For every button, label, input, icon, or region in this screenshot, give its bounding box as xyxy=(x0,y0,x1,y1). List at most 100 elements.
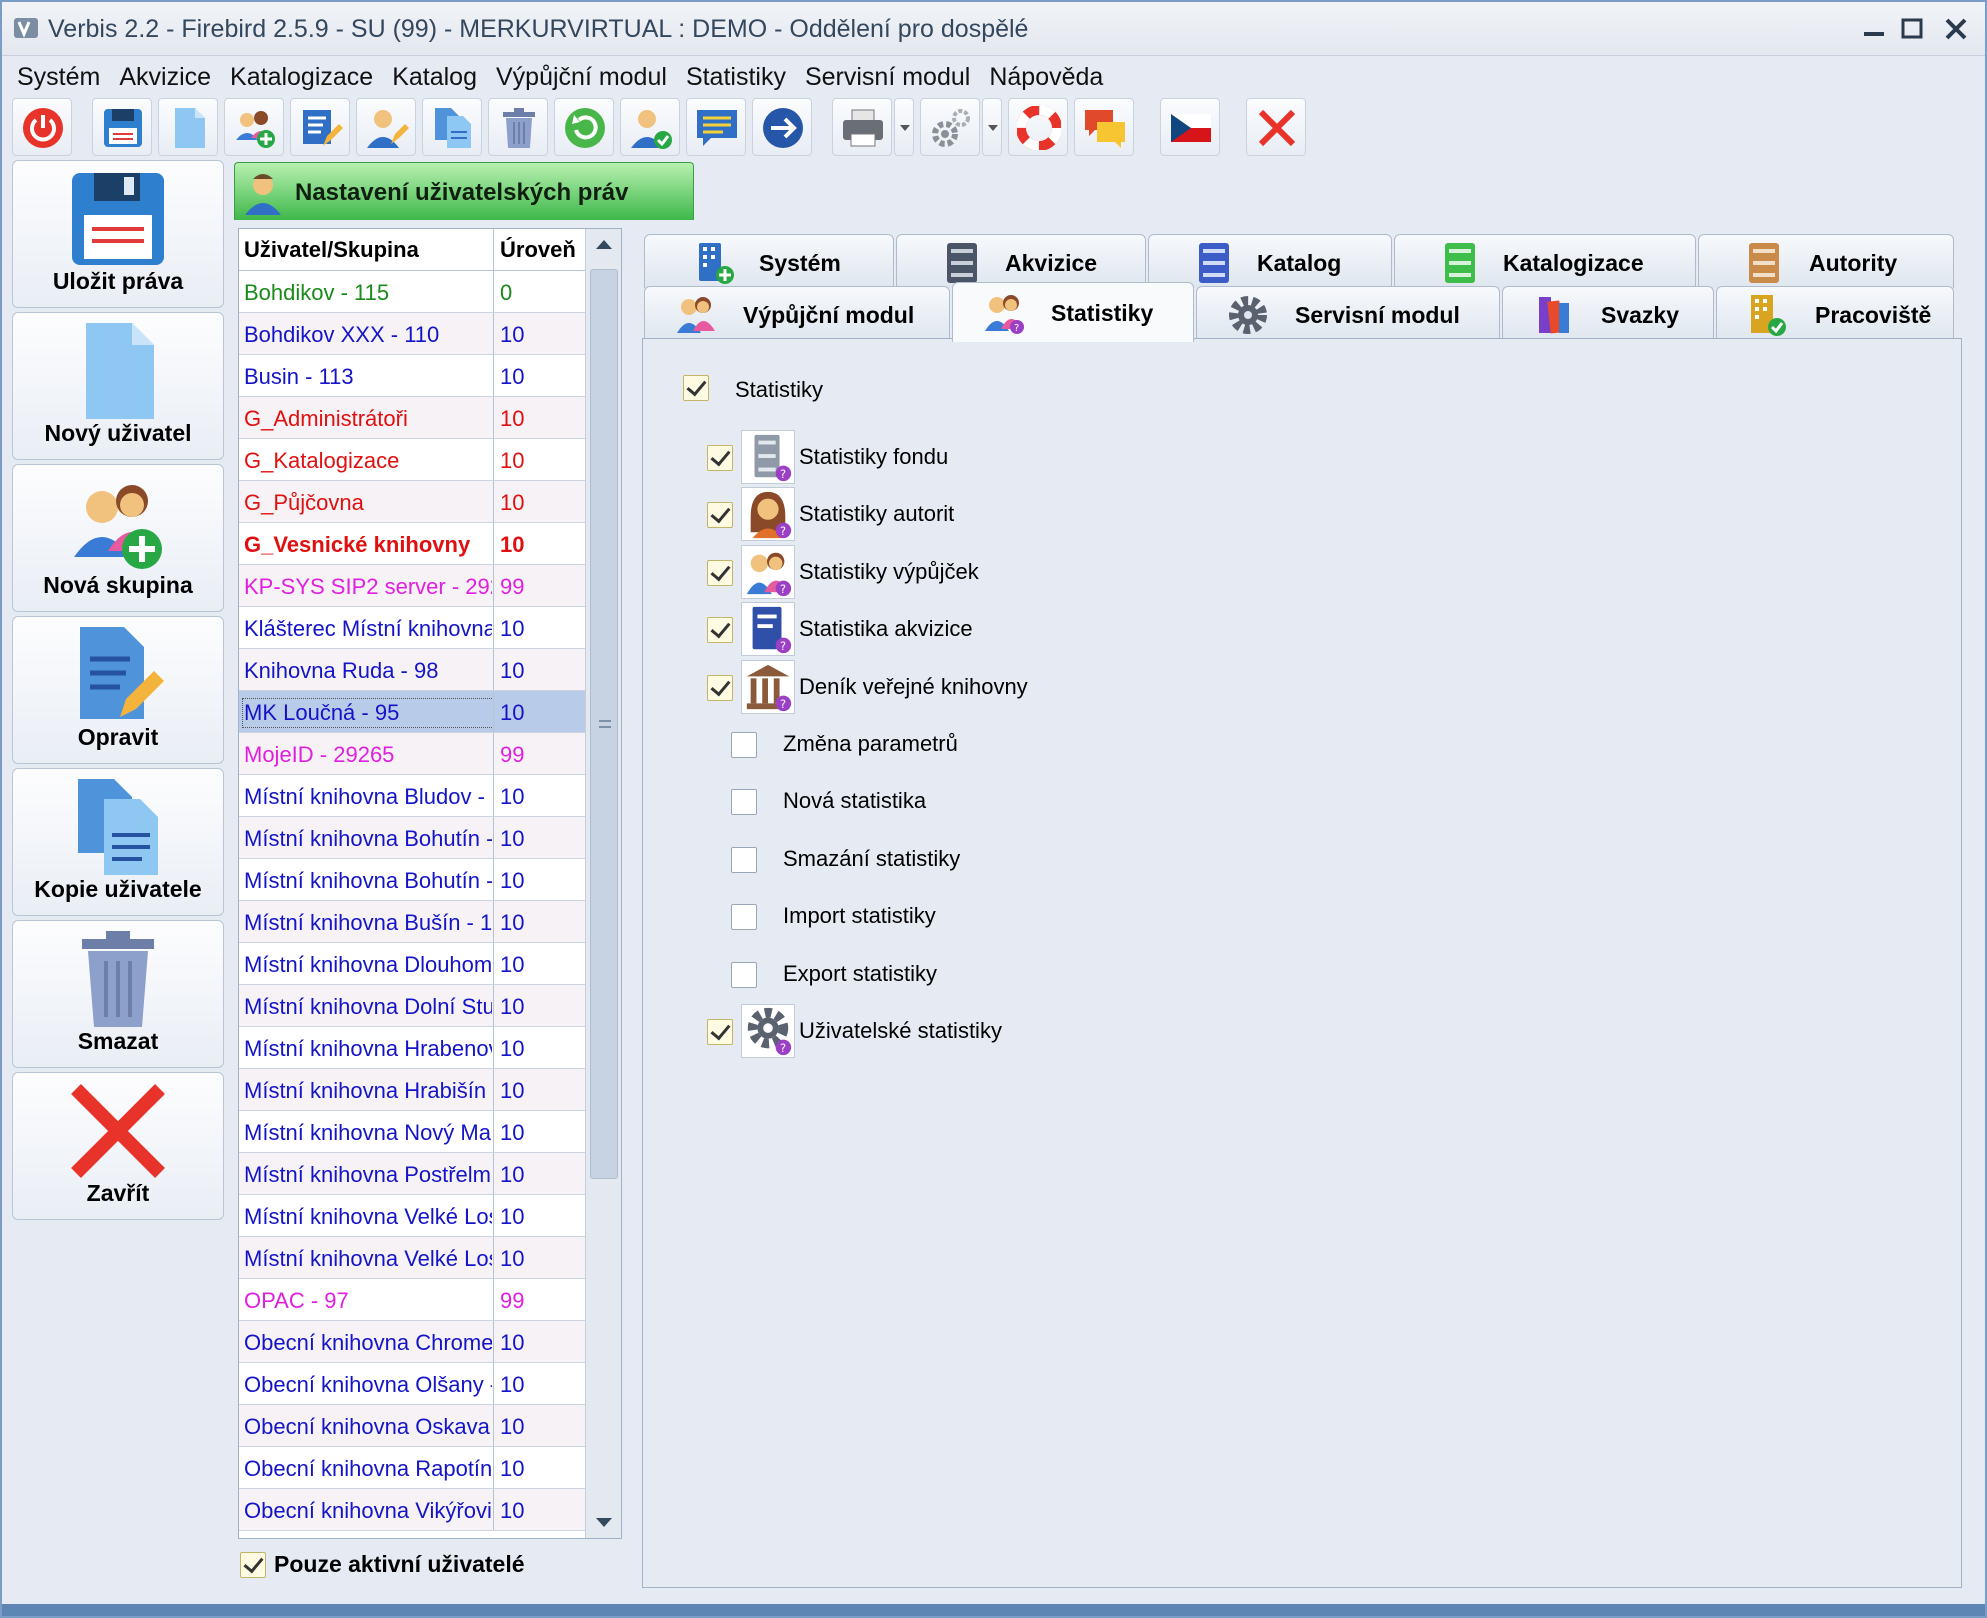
minimize-button[interactable] xyxy=(1855,10,1893,48)
row-user-name: MK Loučná - 95 xyxy=(242,698,494,728)
toolbar-forward-button[interactable] xyxy=(752,98,812,156)
perm-checkbox[interactable] xyxy=(731,961,757,988)
toolbar-language-button[interactable] xyxy=(1160,98,1220,156)
menu-katalog[interactable]: Katalog xyxy=(385,63,489,92)
table-row[interactable]: OPAC - 97 99 xyxy=(239,1279,585,1321)
table-row[interactable]: Místní knihovna Bušín - 12 10 xyxy=(239,901,585,943)
toolbar-copy-button[interactable] xyxy=(422,98,482,156)
perm-checkbox[interactable] xyxy=(707,1019,733,1045)
header-level[interactable]: Úroveň xyxy=(500,237,582,263)
tab-statistiky[interactable]: ? Statistiky xyxy=(952,282,1194,342)
grid-scrollbar[interactable] xyxy=(585,229,621,1538)
toolbar-edit-button[interactable] xyxy=(290,98,350,156)
table-row[interactable]: Místní knihovna Bohutín - 10 xyxy=(239,859,585,901)
tab-vypujcni-modul[interactable]: Výpůjční modul xyxy=(644,286,950,340)
toolbar-delete-button[interactable] xyxy=(488,98,548,156)
toolbar-add-group-button[interactable] xyxy=(224,98,284,156)
new-user-button[interactable]: Nový uživatel xyxy=(12,312,224,460)
delete-button[interactable]: Smazat xyxy=(12,920,224,1068)
menu-statistiky[interactable]: Statistiky xyxy=(679,63,798,92)
perm-checkbox[interactable] xyxy=(707,502,733,529)
perm-checkbox[interactable] xyxy=(707,445,733,471)
perm-checkbox[interactable] xyxy=(731,846,757,873)
table-row[interactable]: G_Administrátoři 10 xyxy=(239,397,585,439)
toolbar-settings-dropdown[interactable] xyxy=(982,98,1002,156)
header-user-group[interactable]: Uživatel/Skupina xyxy=(244,237,490,263)
save-rights-button[interactable]: Uložit práva xyxy=(12,160,224,308)
table-row[interactable]: Místní knihovna Postřelmc 10 xyxy=(239,1153,585,1195)
table-row[interactable]: Místní knihovna Dlouhomil 10 xyxy=(239,943,585,985)
perm-checkbox[interactable] xyxy=(731,732,757,758)
table-row[interactable]: Místní knihovna Hrabenov 10 xyxy=(239,1027,585,1069)
table-row[interactable]: Klášterec Místní knihovna 10 xyxy=(239,607,585,649)
perm-checkbox[interactable] xyxy=(731,904,757,931)
scroll-down-icon[interactable] xyxy=(590,1508,618,1536)
edit-button[interactable]: Opravit xyxy=(12,616,224,764)
table-row[interactable]: Bohdikov XXX - 110 10 xyxy=(239,313,585,355)
table-row[interactable]: Místní knihovna Nový Mali 10 xyxy=(239,1111,585,1153)
table-row[interactable]: Obecní knihovna Rapotín 10 xyxy=(239,1447,585,1489)
menu-servisni-modul[interactable]: Servisní modul xyxy=(798,63,982,92)
table-row[interactable]: Místní knihovna Velké Losi 10 xyxy=(239,1195,585,1237)
row-level: 10 xyxy=(500,1162,525,1187)
toolbar-help-button[interactable] xyxy=(1008,98,1068,156)
perm-label: Nová statistika xyxy=(783,788,927,814)
table-row[interactable]: Místní knihovna Bludov - 5 10 xyxy=(239,775,585,817)
table-row[interactable]: Busin - 113 10 xyxy=(239,355,585,397)
toolbar-settings-button[interactable] xyxy=(920,98,980,156)
table-row[interactable]: Místní knihovna Hrabišín - 10 xyxy=(239,1069,585,1111)
close-window-button[interactable] xyxy=(1937,10,1975,48)
perm-checkbox[interactable] xyxy=(707,617,733,644)
table-row[interactable]: Místní knihovna Dolní Stuc 10 xyxy=(239,985,585,1027)
table-row[interactable]: Místní knihovna Bohutín - 10 xyxy=(239,817,585,859)
new-group-button[interactable]: Nová skupina xyxy=(12,464,224,612)
toolbar-new-button[interactable] xyxy=(158,98,218,156)
toolbar-chat-button[interactable] xyxy=(1074,98,1134,156)
tab-akvizice[interactable]: Akvizice xyxy=(896,234,1146,288)
toolbar-power-button[interactable] xyxy=(12,98,72,156)
table-row[interactable]: G_Katalogizace 10 xyxy=(239,439,585,481)
maximize-button[interactable] xyxy=(1893,10,1931,48)
perm-checkbox[interactable] xyxy=(707,559,733,586)
table-row[interactable]: Obecní knihovna Oskava 10 xyxy=(239,1405,585,1447)
close-button[interactable]: Zavřít xyxy=(12,1072,224,1220)
table-row[interactable]: Knihovna Ruda - 98 10 xyxy=(239,649,585,691)
menu-napoveda[interactable]: Nápověda xyxy=(982,63,1115,92)
perm-root-checkbox[interactable] xyxy=(683,375,709,401)
only-active-checkbox[interactable] xyxy=(240,1552,266,1578)
perm-checkbox[interactable] xyxy=(707,674,733,701)
table-row[interactable]: Obecní knihovna Olšany - 10 xyxy=(239,1363,585,1405)
copy-user-button[interactable]: Kopie uživatele xyxy=(12,768,224,916)
table-row[interactable]: G_Vesnické knihovny 10 xyxy=(239,523,585,565)
table-row[interactable]: Obecní knihovna Chromeč 10 xyxy=(239,1321,585,1363)
menu-akvizice[interactable]: Akvizice xyxy=(112,63,223,92)
tab-servisni-modul[interactable]: Servisní modul xyxy=(1196,286,1500,340)
tab-system[interactable]: Systém xyxy=(644,234,894,288)
tab-autority[interactable]: Autority xyxy=(1698,234,1954,288)
scroll-up-icon[interactable] xyxy=(590,231,618,259)
toolbar-user-edit-button[interactable] xyxy=(356,98,416,156)
perm-checkbox[interactable] xyxy=(731,789,757,816)
toolbar-print-button[interactable] xyxy=(832,98,892,156)
toolbar-refresh-button[interactable] xyxy=(554,98,614,156)
toolbar-save-button[interactable] xyxy=(92,98,152,156)
tab-svazky[interactable]: Svazky xyxy=(1502,286,1714,340)
table-row[interactable]: Obecní knihovna Vikýřovic 10 xyxy=(239,1489,585,1531)
table-row[interactable]: G_Půjčovna 10 xyxy=(239,481,585,523)
table-row[interactable]: MK Loučná - 95 10 xyxy=(239,691,585,733)
table-row[interactable]: Bohdikov - 115 0 xyxy=(239,271,585,313)
toolbar-close-button[interactable] xyxy=(1246,98,1306,156)
tab-katalog[interactable]: Katalog xyxy=(1148,234,1392,288)
tab-katalogizace[interactable]: Katalogizace xyxy=(1394,234,1696,288)
table-row[interactable]: Místní knihovna Velké Losi 10 xyxy=(239,1237,585,1279)
table-row[interactable]: MojeID - 29265 99 xyxy=(239,733,585,775)
menu-katalogizace[interactable]: Katalogizace xyxy=(223,63,385,92)
tab-pracoviste[interactable]: Pracoviště xyxy=(1716,286,1954,340)
menu-vypujcni-modul[interactable]: Výpůjční modul xyxy=(489,63,679,92)
table-row[interactable]: KP-SYS SIP2 server - 292 99 xyxy=(239,565,585,607)
menu-system[interactable]: Systém xyxy=(10,63,112,92)
toolbar-print-dropdown[interactable] xyxy=(894,98,914,156)
toolbar-user-check-button[interactable] xyxy=(620,98,680,156)
scroll-thumb[interactable] xyxy=(590,269,618,1179)
toolbar-message-button[interactable] xyxy=(686,98,746,156)
